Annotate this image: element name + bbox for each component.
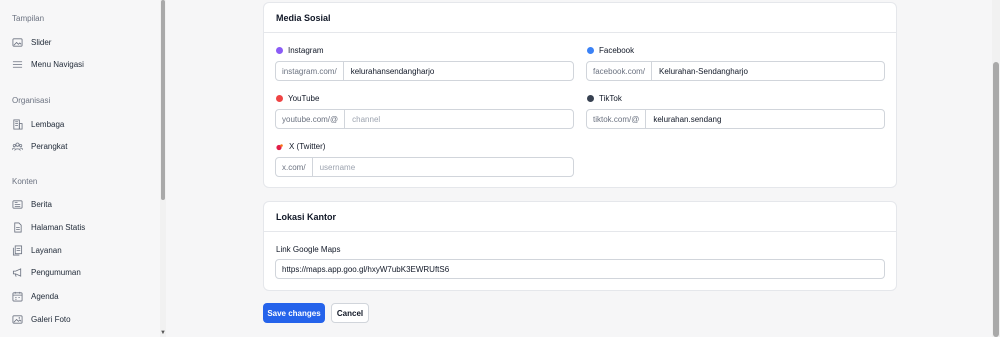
users-icon	[12, 142, 23, 151]
sidebar-item-slider[interactable]: Slider	[12, 35, 51, 49]
menu-icon	[12, 60, 23, 68]
instagram-field[interactable]: instagram.com/ kelurahansendangharjo	[275, 61, 574, 81]
sidebar-item-pengumuman[interactable]: Pengumuman	[12, 265, 81, 279]
megaphone-icon	[12, 267, 22, 277]
sidebar: Tampilan Slider Menu Navigasi Organisasi…	[0, 0, 160, 337]
image-icon	[12, 37, 23, 47]
sidebar-item-layanan[interactable]: Layanan	[12, 243, 62, 257]
tiktok-label: TikTok	[587, 94, 622, 103]
instagram-icon	[276, 47, 283, 54]
input-prefix: x.com/	[276, 158, 313, 176]
section-title-tampilan: Tampilan	[12, 14, 45, 23]
sidebar-item-agenda[interactable]: Agenda	[12, 289, 59, 303]
sidebar-item-halaman-statis[interactable]: Halaman Statis	[12, 220, 85, 234]
youtube-icon	[276, 95, 283, 102]
facebook-field[interactable]: facebook.com/ Kelurahan-Sendangharjo	[586, 61, 885, 81]
sidebar-item-berita[interactable]: Berita	[12, 197, 52, 211]
x-twitter-icon	[276, 143, 283, 150]
sidebar-item-label: Menu Navigasi	[31, 59, 84, 69]
newspaper-icon	[12, 199, 23, 209]
input-prefix: youtube.com/@	[276, 110, 346, 128]
save-button[interactable]: Save changes	[263, 303, 325, 323]
section-title-organisasi: Organisasi	[12, 96, 51, 105]
google-maps-field[interactable]: https://maps.app.goo.gl/hxyW7ubK3EWRUftS…	[275, 259, 885, 279]
tiktok-field[interactable]: tiktok.com/@ kelurahan.sendang	[586, 109, 885, 129]
photo-icon	[12, 314, 23, 324]
youtube-field[interactable]: youtube.com/@ channel	[275, 109, 574, 129]
sidebar-item-label: Berita	[31, 199, 52, 209]
sidebar-item-label: Lembaga	[31, 119, 65, 129]
card-title: Media Sosial	[264, 3, 896, 33]
input-prefix: facebook.com/	[587, 62, 653, 80]
tiktok-input[interactable]: kelurahan.sendang	[646, 110, 884, 128]
tiktok-icon	[587, 95, 594, 102]
sidebar-item-menu-navigasi[interactable]: Menu Navigasi	[12, 57, 84, 71]
documents-icon	[12, 245, 23, 255]
sidebar-item-label: Layanan	[31, 245, 62, 255]
input-prefix: tiktok.com/@	[587, 110, 647, 128]
sidebar-item-galeri-foto[interactable]: Galeri Foto	[12, 312, 71, 326]
cancel-button[interactable]: Cancel	[331, 303, 369, 323]
building-icon	[13, 119, 23, 129]
sidebar-item-lembaga[interactable]: Lembaga	[12, 117, 64, 131]
instagram-input[interactable]: kelurahansendangharjo	[344, 62, 573, 80]
sidebar-item-label: Slider	[31, 37, 52, 47]
sidebar-scrollbar-thumb[interactable]	[161, 0, 165, 200]
google-maps-input[interactable]: https://maps.app.goo.gl/hxyW7ubK3EWRUftS…	[276, 260, 884, 278]
sidebar-item-label: Galeri Foto	[31, 314, 71, 324]
document-icon	[14, 222, 22, 232]
input-prefix: instagram.com/	[276, 62, 344, 80]
facebook-label: Facebook	[587, 46, 634, 55]
twitter-label: X (Twitter)	[276, 142, 325, 151]
section-title-konten: Konten	[12, 177, 38, 186]
google-maps-label: Link Google Maps	[276, 245, 341, 254]
youtube-label: YouTube	[276, 94, 319, 103]
facebook-icon	[587, 47, 594, 54]
youtube-input[interactable]: channel	[345, 110, 573, 128]
twitter-input[interactable]: username	[313, 158, 573, 176]
main-scrollbar-thumb[interactable]	[993, 62, 999, 337]
sidebar-item-label: Pengumuman	[31, 267, 81, 277]
instagram-label: Instagram	[276, 46, 324, 55]
facebook-input[interactable]: Kelurahan-Sendangharjo	[652, 62, 884, 80]
card-title: Lokasi Kantor	[264, 202, 896, 232]
sidebar-item-label: Agenda	[31, 291, 59, 301]
calendar-icon	[12, 291, 23, 301]
twitter-field[interactable]: x.com/ username	[275, 157, 574, 177]
sidebar-item-perangkat[interactable]: Perangkat	[12, 139, 67, 153]
sidebar-item-label: Halaman Statis	[31, 222, 86, 232]
sidebar-item-label: Perangkat	[31, 141, 68, 151]
